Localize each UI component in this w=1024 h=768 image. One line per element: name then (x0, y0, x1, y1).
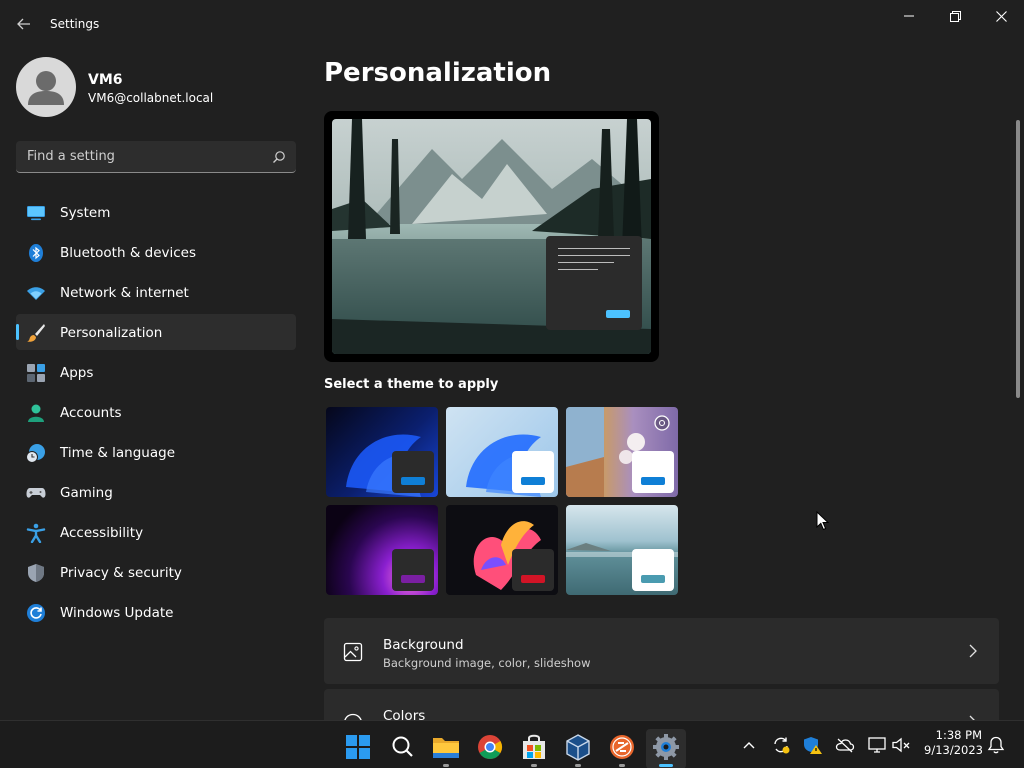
mouse-cursor-icon (816, 511, 830, 531)
sidebar-item-apps[interactable]: Apps (16, 354, 296, 390)
apps-icon (27, 364, 45, 382)
sidebar-item-label: Gaming (60, 485, 113, 501)
theme-tile-flow[interactable] (566, 505, 678, 595)
background-setting[interactable]: Background Background image, color, slid… (324, 618, 999, 684)
sidebar-item-label: Accessibility (60, 525, 144, 541)
sidebar-item-label: Apps (60, 365, 94, 381)
chevron-up-icon[interactable] (739, 735, 759, 755)
sidebar-item-system[interactable]: System (16, 194, 296, 230)
image-icon (343, 642, 363, 662)
sidebar-item-windows-update[interactable]: Windows Update (16, 594, 296, 630)
sidebar-item-label: Windows Update (60, 605, 174, 621)
user-email: VM6@collabnet.local (88, 91, 214, 105)
cloud-icon[interactable] (835, 735, 855, 755)
defender-warning-icon[interactable] (803, 735, 823, 755)
link-badge-icon (610, 735, 634, 759)
sidebar-item-label: System (60, 205, 111, 221)
theme-tile-captured-motion[interactable] (446, 505, 558, 595)
taskbar-file-explorer[interactable] (426, 729, 466, 768)
refresh-icon (27, 604, 45, 622)
chrome-icon (478, 735, 503, 760)
shield-icon (28, 564, 44, 582)
sidebar-item-personalization[interactable]: Personalization (16, 314, 296, 350)
search-input[interactable] (16, 141, 266, 172)
sidebar-nav: System Bluetooth & devices Network & int… (16, 194, 296, 634)
clock-time: 1:38 PM (935, 728, 982, 742)
theme-tile-windows-light[interactable] (446, 407, 558, 497)
notification-bell-icon[interactable] (986, 735, 1006, 755)
sidebar-item-label: Network & internet (60, 285, 189, 301)
themes-heading: Select a theme to apply (324, 377, 499, 392)
network-monitor-icon[interactable] (867, 735, 887, 755)
taskbar (0, 720, 1024, 768)
gear-icon (653, 734, 679, 760)
accessibility-icon (26, 523, 46, 543)
page-title: Personalization (324, 58, 552, 88)
theme-tile-windows-spotlight[interactable] (566, 407, 678, 497)
paintbrush-icon (27, 324, 45, 342)
user-silhouette-icon (28, 71, 64, 105)
sidebar-item-label: Bluetooth & devices (60, 245, 197, 261)
close-icon (995, 10, 1007, 22)
title-bar: Settings (0, 0, 1024, 48)
back-arrow-icon (17, 18, 30, 30)
gamepad-icon (26, 488, 46, 498)
close-button[interactable] (978, 0, 1024, 32)
folder-icon (433, 738, 459, 758)
search-icon[interactable] (272, 150, 286, 164)
sidebar-item-network[interactable]: Network & internet (16, 274, 296, 310)
theme-tile-glow[interactable] (326, 505, 438, 595)
background-title: Background (383, 637, 464, 653)
taskbar-chrome[interactable] (470, 729, 510, 768)
person-icon (28, 404, 44, 422)
sync-icon[interactable] (771, 735, 791, 755)
sidebar-item-accounts[interactable]: Accounts (16, 394, 296, 430)
taskbar-settings[interactable] (646, 729, 686, 768)
sidebar-item-bluetooth[interactable]: Bluetooth & devices (16, 234, 296, 270)
taskbar-clock[interactable]: 1:38 PM 9/13/2023 (924, 728, 983, 758)
sidebar-item-label: Accounts (60, 405, 122, 421)
store-icon (523, 734, 545, 759)
background-subtitle: Background image, color, slideshow (383, 656, 591, 670)
restore-icon (949, 10, 961, 22)
chevron-right-icon (969, 644, 977, 658)
taskbar-search-button[interactable] (382, 729, 422, 768)
wifi-icon (27, 287, 45, 300)
spotlight-camera-icon[interactable] (654, 415, 670, 431)
sidebar-item-label: Personalization (60, 325, 163, 341)
start-button[interactable] (338, 729, 378, 768)
minimize-button[interactable] (886, 0, 932, 32)
back-button[interactable] (8, 8, 40, 40)
minimize-icon (904, 15, 914, 17)
sidebar-item-label: Time & language (60, 445, 176, 461)
avatar[interactable] (16, 57, 76, 117)
taskbar-virtualbox[interactable] (558, 729, 598, 768)
search-icon (392, 736, 413, 757)
app-title: Settings (50, 17, 100, 31)
taskbar-app-orange[interactable] (602, 729, 642, 768)
cube-icon (566, 734, 590, 761)
globe-clock-icon (26, 444, 45, 463)
sidebar-item-gaming[interactable]: Gaming (16, 474, 296, 510)
system-icon (27, 206, 45, 221)
bluetooth-icon (29, 244, 43, 262)
taskbar-microsoft-store[interactable] (514, 729, 554, 768)
theme-preview (324, 111, 659, 362)
speaker-muted-icon[interactable] (891, 735, 911, 755)
content-scrollbar[interactable] (1016, 120, 1020, 398)
clock-date: 9/13/2023 (924, 743, 983, 757)
sidebar-item-label: Privacy & security (60, 565, 182, 581)
sidebar-item-time-language[interactable]: Time & language (16, 434, 296, 470)
theme-tile-windows-dark[interactable] (326, 407, 438, 497)
windows-logo-icon (346, 735, 370, 759)
sidebar-item-privacy[interactable]: Privacy & security (16, 554, 296, 590)
preview-window-mockup (546, 236, 642, 330)
search-box[interactable] (16, 141, 296, 173)
restore-button[interactable] (932, 0, 978, 32)
sidebar-item-accessibility[interactable]: Accessibility (16, 514, 296, 550)
user-name: VM6 (88, 72, 123, 88)
